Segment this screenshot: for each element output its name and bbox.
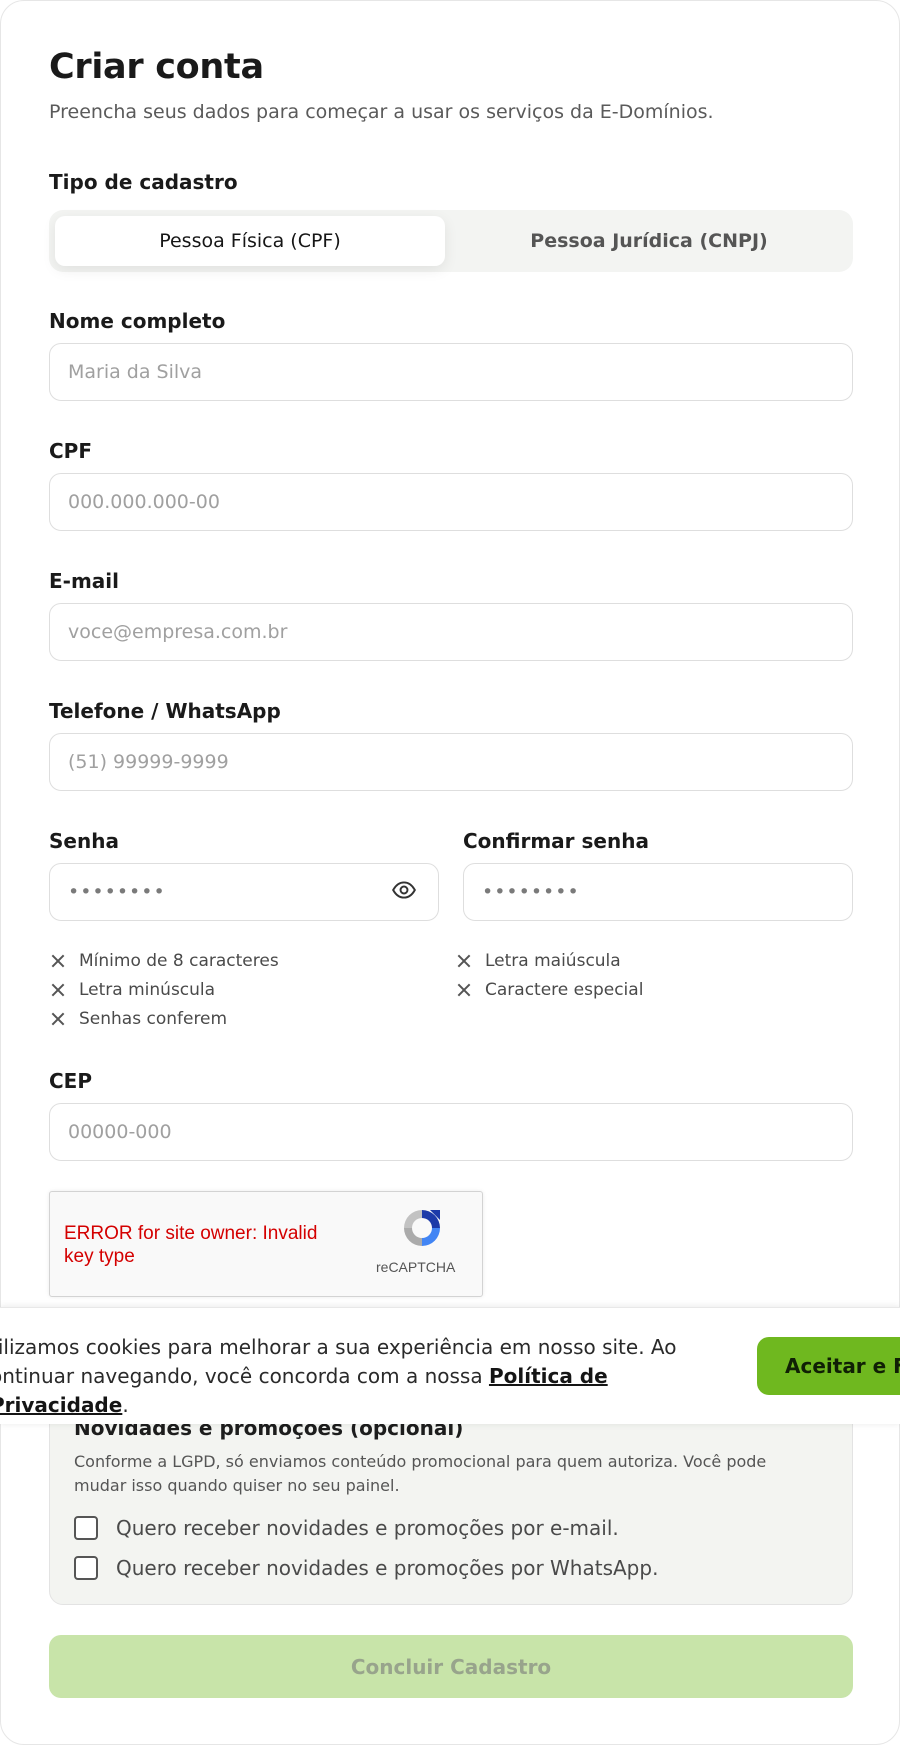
- cpf-input[interactable]: [49, 473, 853, 531]
- requirement-item: Caractere especial: [457, 980, 643, 1000]
- recaptcha-brand: reCAPTCHA: [376, 1259, 456, 1275]
- name-label: Nome completo: [49, 309, 226, 333]
- page-title: Criar conta: [49, 47, 264, 87]
- registration-type-label: Tipo de cadastro: [49, 170, 238, 194]
- phone-label: Telefone / WhatsApp: [49, 699, 281, 723]
- show-password-eye-icon[interactable]: [391, 877, 417, 903]
- requirement-item: Letra maiúscula: [457, 951, 621, 971]
- cpf-label: CPF: [49, 439, 92, 463]
- optin-whatsapp-checkbox[interactable]: [74, 1556, 98, 1580]
- email-input[interactable]: [49, 603, 853, 661]
- recaptcha-logo-icon: [404, 1210, 440, 1246]
- recaptcha-error: ERROR for site owner: Invalid key type: [64, 1223, 318, 1267]
- registration-type-toggle: Pessoa Física (CPF) Pessoa Jurídica (CNP…: [49, 210, 853, 272]
- accept-cookies-button[interactable]: Aceitar e Fe: [757, 1337, 900, 1395]
- x-icon: [51, 983, 65, 997]
- requirement-item: Senhas conferem: [51, 1009, 227, 1029]
- cep-label: CEP: [49, 1069, 92, 1093]
- optin-email-row[interactable]: Quero receber novidades e promoções por …: [74, 1516, 619, 1540]
- phone-input[interactable]: [49, 733, 853, 791]
- tab-pessoa-juridica[interactable]: Pessoa Jurídica (CNPJ): [451, 216, 847, 266]
- optin-email-checkbox[interactable]: [74, 1516, 98, 1540]
- x-icon: [51, 954, 65, 968]
- name-input[interactable]: [49, 343, 853, 401]
- submit-button[interactable]: Concluir Cadastro: [49, 1635, 853, 1698]
- cep-input[interactable]: [49, 1103, 853, 1161]
- confirm-password-label: Confirmar senha: [463, 829, 649, 853]
- signup-card: Criar conta Preencha seus dados para com…: [0, 0, 900, 1745]
- x-icon: [51, 1012, 65, 1026]
- optin-email-label: Quero receber novidades e promoções por …: [116, 1516, 619, 1540]
- recaptcha-widget[interactable]: ERROR for site owner: Invalid key type r…: [49, 1191, 483, 1297]
- cookie-banner: tilizamos cookies para melhorar a sua ex…: [0, 1307, 900, 1424]
- email-label: E-mail: [49, 569, 120, 593]
- optin-description: Conforme a LGPD, só enviamos conteúdo pr…: [74, 1452, 767, 1495]
- tab-pessoa-fisica[interactable]: Pessoa Física (CPF): [55, 216, 445, 266]
- x-icon: [457, 983, 471, 997]
- x-icon: [457, 954, 471, 968]
- cookie-message: tilizamos cookies para melhorar a sua ex…: [0, 1333, 710, 1420]
- requirement-item: Letra minúscula: [51, 980, 215, 1000]
- optin-whatsapp-row[interactable]: Quero receber novidades e promoções por …: [74, 1556, 658, 1580]
- confirm-password-input[interactable]: [463, 863, 853, 921]
- password-label: Senha: [49, 829, 119, 853]
- page-subtitle: Preencha seus dados para começar a usar …: [49, 101, 714, 123]
- password-input[interactable]: [49, 863, 439, 921]
- optin-whatsapp-label: Quero receber novidades e promoções por …: [116, 1556, 659, 1580]
- requirement-item: Mínimo de 8 caracteres: [51, 951, 279, 971]
